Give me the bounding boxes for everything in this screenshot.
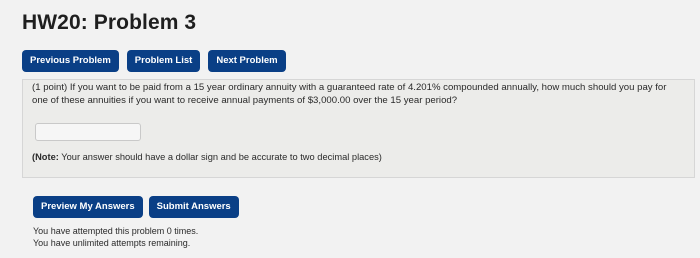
problem-list-button[interactable]: Problem List: [126, 50, 201, 72]
next-problem-button[interactable]: Next Problem: [208, 50, 286, 72]
attempt-status: You have attempted this problem 0 times.…: [33, 226, 198, 249]
problem-statement: (1 point) If you want to be paid from a …: [32, 82, 687, 107]
problem-navigation: Previous Problem Problem List Next Probl…: [22, 50, 286, 72]
note-text: Your answer should have a dollar sign an…: [58, 152, 382, 162]
answer-note: (Note: Your answer should have a dollar …: [32, 152, 382, 162]
attempts-remaining-text: You have unlimited attempts remaining.: [33, 237, 191, 248]
problem-text-line-2: one of these annuities if you want to re…: [32, 94, 458, 106]
preview-answers-button[interactable]: Preview My Answers: [33, 196, 143, 218]
submit-answers-button[interactable]: Submit Answers: [148, 196, 239, 218]
page-title: HW20: Problem 3: [22, 11, 197, 34]
previous-problem-button[interactable]: Previous Problem: [22, 50, 119, 72]
note-label: (Note:: [32, 152, 59, 162]
problem-panel: (1 point) If you want to be paid from a …: [22, 79, 695, 178]
answer-input[interactable]: [35, 123, 141, 141]
attempts-made-text: You have attempted this problem 0 times.: [33, 226, 199, 236]
problem-text-line-1: (1 point) If you want to be paid from a …: [32, 82, 667, 93]
answer-actions: Preview My Answers Submit Answers: [33, 196, 239, 218]
